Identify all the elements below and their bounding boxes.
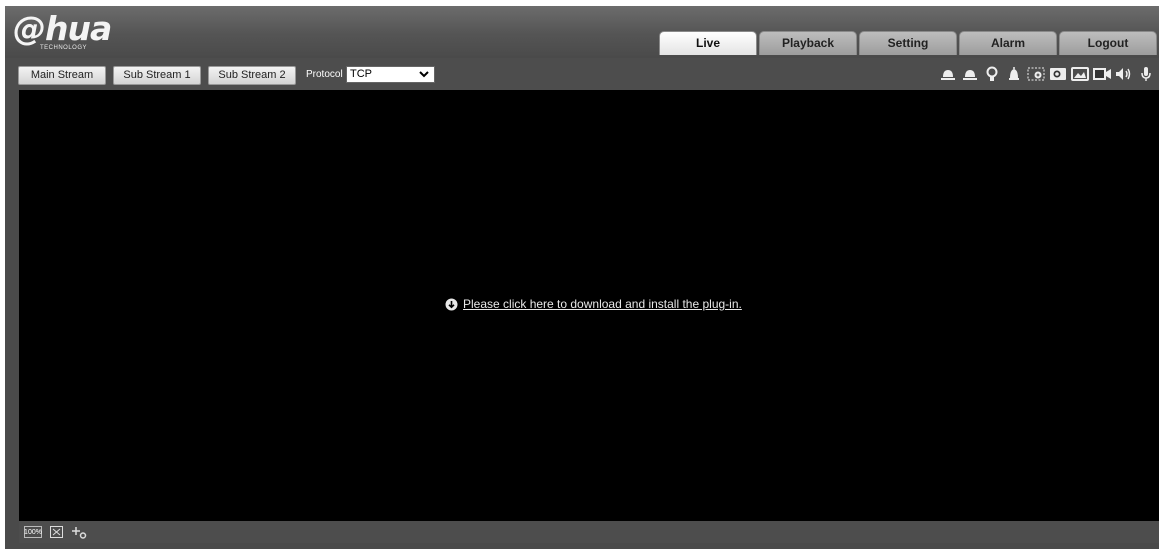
nav-tabs: Live Playback Setting Alarm Logout — [657, 31, 1157, 55]
record-icon[interactable] — [1091, 64, 1113, 84]
bottom-bar: 100% — [19, 521, 1159, 543]
tab-setting[interactable]: Setting — [859, 31, 957, 55]
app-window: @hua TECHNOLOGY Live Playback Setting Al… — [5, 6, 1159, 549]
triple-snapshot-icon[interactable] — [1069, 64, 1091, 84]
tool-icons — [937, 64, 1157, 84]
header: @hua TECHNOLOGY Live Playback Setting Al… — [5, 6, 1159, 56]
logo-subtitle: TECHNOLOGY — [40, 45, 88, 51]
sub-stream-1-button[interactable]: Sub Stream 1 — [113, 66, 201, 85]
light-icon[interactable] — [981, 64, 1003, 84]
protocol-select[interactable]: TCP — [346, 66, 435, 83]
ptz-icon[interactable] — [71, 525, 87, 539]
audio-icon[interactable] — [1113, 64, 1135, 84]
plugin-download-link[interactable]: Please click here to download and instal… — [445, 297, 742, 311]
alarm-out-1-icon[interactable] — [937, 64, 959, 84]
main-stream-button[interactable]: Main Stream — [18, 66, 106, 85]
alarm-out-2-icon[interactable] — [959, 64, 981, 84]
bell-icon[interactable] — [1003, 64, 1025, 84]
toolbar: Main Stream Sub Stream 1 Sub Stream 2 Pr… — [5, 58, 1159, 90]
tab-alarm[interactable]: Alarm — [959, 31, 1057, 55]
tab-live[interactable]: Live — [659, 31, 757, 55]
talk-icon[interactable] — [1135, 64, 1157, 84]
protocol-value: TCP — [350, 68, 372, 80]
plugin-download-text: Please click here to download and instal… — [463, 297, 742, 311]
sub-stream-2-button[interactable]: Sub Stream 2 — [208, 66, 296, 85]
logo-word: @hua — [13, 9, 112, 48]
tab-playback[interactable]: Playback — [759, 31, 857, 55]
fit-window-icon[interactable] — [49, 525, 63, 539]
download-icon — [445, 298, 458, 310]
zoom-100-icon[interactable]: 100% — [24, 526, 42, 538]
tab-logout[interactable]: Logout — [1059, 31, 1157, 55]
chevron-down-icon — [419, 71, 429, 78]
snapshot-icon[interactable] — [1047, 64, 1069, 84]
video-area[interactable]: Please click here to download and instal… — [19, 90, 1159, 521]
digital-zoom-icon[interactable] — [1025, 64, 1047, 84]
protocol-label: Protocol — [306, 69, 343, 80]
dahua-logo: @hua TECHNOLOGY — [13, 10, 143, 54]
